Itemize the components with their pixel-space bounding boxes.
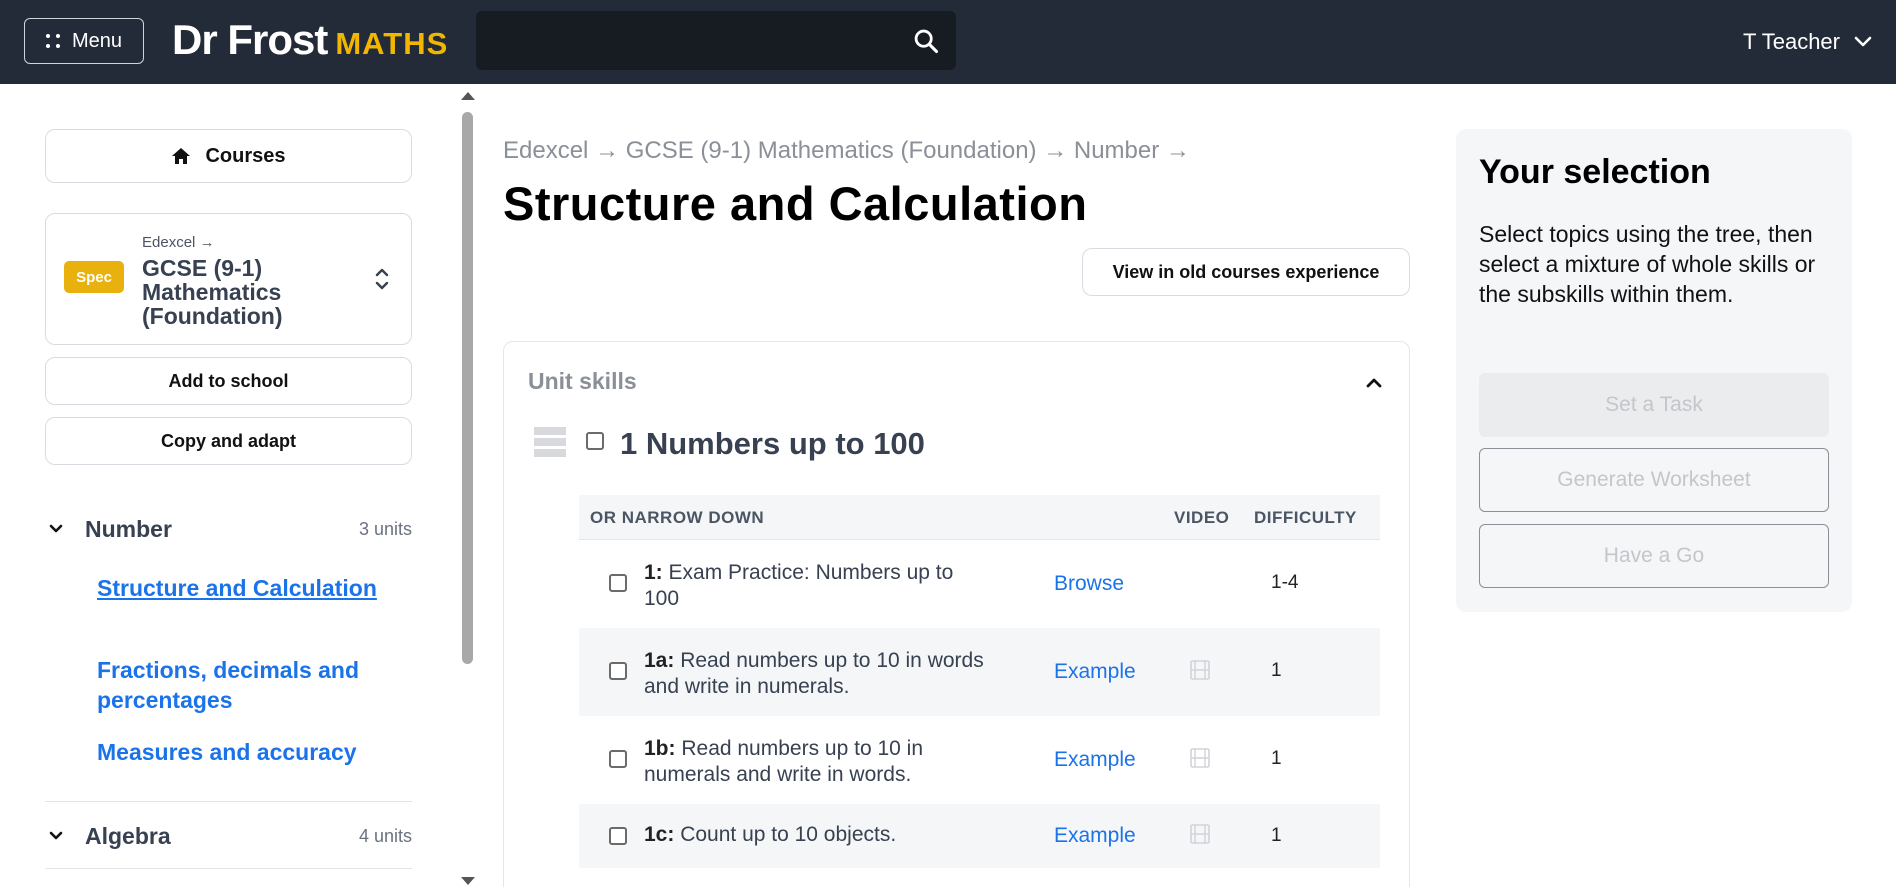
browse-link[interactable]: Browse — [1054, 572, 1124, 596]
logo-accent-text: MATHS — [335, 26, 449, 61]
courses-button-label: Courses — [205, 144, 286, 167]
breadcrumb[interactable]: Edexcel → GCSE (9-1) Mathematics (Founda… — [503, 137, 1190, 165]
subskill-text: Read numbers up to 10 in numerals and wr… — [644, 737, 923, 786]
subskill-checkbox[interactable] — [609, 827, 627, 845]
user-name: T Teacher — [1742, 29, 1840, 54]
unit-skills-header: Unit skills — [528, 368, 637, 394]
sidebar-scrollbar[interactable] — [458, 90, 478, 887]
chevron-up-icon[interactable] — [1363, 372, 1385, 394]
search-icon[interactable] — [912, 27, 940, 55]
courses-button[interactable]: Courses — [45, 129, 412, 183]
chevron-down-icon — [1854, 36, 1872, 47]
site-logo[interactable]: Dr Frost MATHS — [172, 16, 448, 66]
subskill-text: Count up to 10 objects. — [680, 823, 897, 846]
subskills-table-header: OR NARROW DOWN VIDEO DIFFICULTY — [579, 495, 1380, 540]
unit-skills-panel: Unit skills 1 Numbers up to 100 OR NARRO… — [503, 341, 1410, 887]
film-icon[interactable] — [1189, 747, 1211, 769]
subskill-text: Exam Practice: Numbers up to 100 — [644, 561, 954, 610]
subskill-code: 1b: — [644, 737, 676, 760]
table-row: 1: Exam Practice: Numbers up to 100 Brow… — [579, 540, 1380, 628]
course-sidebar: Courses Spec Edexcel → GCSE (9-1) Mathem… — [0, 84, 440, 887]
column-header-difficulty: DIFFICULTY — [1254, 508, 1357, 527]
subskill-description: 1c: Count up to 10 objects. — [644, 822, 994, 848]
chevron-down-icon — [49, 831, 63, 840]
logo-main-text: Dr Frost — [172, 16, 328, 63]
generate-worksheet-button[interactable]: Generate Worksheet — [1479, 448, 1829, 512]
spec-course-title: GCSE (9-1) Mathematics (Foundation) — [142, 255, 283, 329]
subskill-description: 1a: Read numbers up to 10 in words and w… — [644, 648, 994, 700]
old-courses-experience-button[interactable]: View in old courses experience — [1082, 248, 1410, 296]
tree-item-count: 4 units — [358, 825, 412, 846]
subskill-description: 1: Exam Practice: Numbers up to 100 — [644, 560, 994, 612]
drag-handle-icon[interactable] — [534, 427, 566, 463]
skill-checkbox[interactable] — [586, 432, 604, 450]
tree-item-number[interactable]: Number 3 units — [45, 507, 412, 551]
tree-subitem-measures-and-accuracy[interactable]: Measures and accuracy — [97, 737, 417, 767]
tree-item-count: 3 units — [358, 518, 412, 539]
scroll-up-arrow-icon[interactable] — [461, 92, 475, 100]
page-title: Structure and Calculation — [503, 177, 1088, 230]
set-a-task-button[interactable]: Set a Task — [1479, 373, 1829, 437]
tree-item-label: Number — [85, 515, 172, 542]
user-menu[interactable]: T Teacher — [1743, 22, 1872, 62]
example-link[interactable]: Example — [1054, 824, 1136, 848]
add-to-school-button[interactable]: Add to school — [45, 357, 412, 405]
tree-divider — [45, 801, 412, 802]
table-row: 1b: Read numbers up to 10 in numerals an… — [579, 716, 1380, 804]
subskill-description: 1b: Read numbers up to 10 in numerals an… — [644, 736, 994, 788]
skill-title: 1 Numbers up to 100 — [620, 426, 925, 461]
selection-title: Your selection — [1479, 153, 1711, 191]
table-row: 1c: Count up to 10 objects. Example 1 — [579, 804, 1380, 868]
film-icon[interactable] — [1189, 659, 1211, 681]
copy-and-adapt-button[interactable]: Copy and adapt — [45, 417, 412, 465]
subskill-checkbox[interactable] — [609, 662, 627, 680]
column-header-video: VIDEO — [1174, 508, 1230, 527]
subskills-table: OR NARROW DOWN VIDEO DIFFICULTY 1: Exam … — [579, 495, 1380, 868]
example-link[interactable]: Example — [1054, 748, 1136, 772]
course-spec-card: Spec Edexcel → GCSE (9-1) Mathematics (F… — [45, 213, 412, 345]
difficulty-value: 1 — [1271, 825, 1282, 846]
difficulty-value: 1 — [1271, 748, 1282, 769]
subskill-code: 1: — [644, 561, 663, 584]
difficulty-value: 1-4 — [1271, 572, 1299, 593]
top-navigation-bar: Menu Dr Frost MATHS T Teacher — [0, 0, 1896, 84]
subskill-checkbox[interactable] — [609, 750, 627, 768]
scrollbar-thumb[interactable] — [462, 112, 473, 664]
spec-badge: Spec — [64, 261, 124, 293]
subskill-checkbox[interactable] — [609, 574, 627, 592]
tree-item-label: Algebra — [85, 822, 171, 849]
tree-divider — [45, 868, 412, 869]
scroll-down-arrow-icon[interactable] — [461, 877, 475, 885]
tree-item-algebra[interactable]: Algebra 4 units — [45, 814, 412, 858]
search-input[interactable] — [476, 11, 956, 70]
spec-breadcrumb[interactable]: Edexcel → — [142, 234, 215, 251]
chevron-down-icon — [49, 524, 63, 533]
your-selection-panel: Your selection Select topics using the t… — [1456, 129, 1852, 612]
menu-button-label: Menu — [71, 29, 123, 52]
chevron-up-down-icon[interactable] — [371, 264, 393, 294]
selection-description: Select topics using the tree, then selec… — [1479, 221, 1816, 307]
subskill-code: 1c: — [644, 823, 675, 846]
home-icon — [172, 148, 191, 164]
example-link[interactable]: Example — [1054, 660, 1136, 684]
table-row: 1a: Read numbers up to 10 in words and w… — [579, 628, 1380, 716]
difficulty-value: 1 — [1271, 660, 1282, 681]
tree-subitem-structure-and-calculation[interactable]: Structure and Calculation — [97, 573, 417, 603]
tree-subitem-fractions-decimals-percentages[interactable]: Fractions, decimals and percentages — [97, 655, 417, 715]
column-header-narrow-down: OR NARROW DOWN — [590, 508, 765, 527]
film-icon[interactable] — [1189, 823, 1211, 845]
have-a-go-button[interactable]: Have a Go — [1479, 524, 1829, 588]
subskill-code: 1a: — [644, 649, 675, 672]
grid-dots-icon — [45, 34, 60, 48]
menu-button[interactable]: Menu — [24, 18, 144, 64]
subskill-text: Read numbers up to 10 in words and write… — [644, 649, 984, 698]
